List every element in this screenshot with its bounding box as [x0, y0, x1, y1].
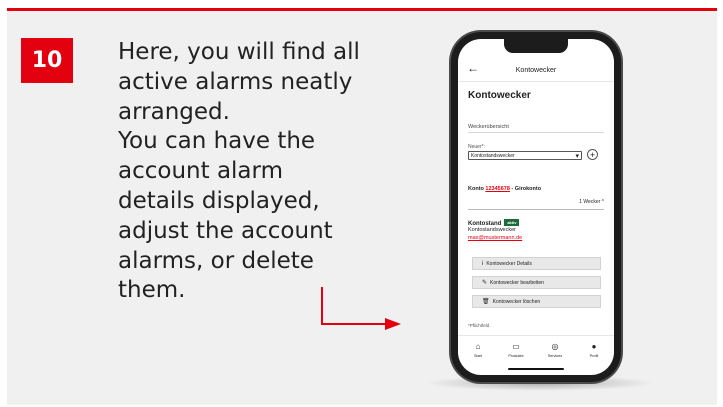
- nav-label: Profil: [589, 354, 599, 358]
- nav-label: Start: [473, 354, 483, 358]
- instruction-line: adjust the account: [118, 217, 333, 244]
- pointer-arrow-head: [385, 318, 401, 330]
- alarm-type-select[interactable]: Kontostandswecker ▾: [468, 151, 582, 160]
- home-indicator: [508, 368, 564, 370]
- alarm-count-toggle[interactable]: 1 Wecker ^: [579, 199, 604, 205]
- step-number: 10: [21, 38, 73, 83]
- instruction-text: Here, you will find all active alarms ne…: [118, 38, 408, 306]
- alarm-details-label: Kontowecker Details: [486, 261, 532, 267]
- alarm-delete-label: Kontowecker löschen: [492, 299, 541, 305]
- alarm-type-value: Kontostandswecker: [471, 153, 515, 159]
- nav-label: Services: [547, 354, 563, 358]
- phone-screen: ← Kontowecker Kontowecker Weckerübersich…: [458, 39, 614, 375]
- nav-item-profil[interactable]: ● Profil: [579, 342, 609, 358]
- products-icon: ▭: [512, 342, 520, 351]
- services-icon: ◎: [551, 342, 559, 351]
- account-heading: Konto 12345678 - Girokonto: [468, 186, 542, 192]
- section-label: Weckerübersicht: [468, 124, 509, 130]
- instruction-line: arranged.: [118, 98, 230, 125]
- nav-item-start[interactable]: ⌂ Start: [463, 342, 493, 358]
- add-alarm-button[interactable]: +: [587, 149, 598, 160]
- alarm-details-button[interactable]: i Kontowecker Details: [472, 257, 601, 270]
- instruction-line: alarms, or delete: [118, 247, 314, 274]
- alarm-type: Kontostandswecker: [468, 227, 516, 233]
- account-number-link[interactable]: 12345678: [485, 186, 509, 192]
- instruction-line: details displayed,: [118, 187, 320, 214]
- instruction-line: them.: [118, 277, 186, 304]
- instruction-line: Here, you will find all: [118, 39, 360, 65]
- nav-label: Produkte: [508, 354, 524, 358]
- top-bar-title: Kontowecker: [515, 66, 557, 74]
- instruction-line: account alarm: [118, 158, 283, 185]
- pencil-icon: ✎: [482, 280, 488, 286]
- back-arrow-icon[interactable]: ←: [467, 61, 479, 75]
- instruction-line: active alarms neatly: [118, 68, 353, 95]
- chevron-down-icon: ▾: [575, 153, 579, 160]
- new-alarm-label: Neuer*:: [468, 144, 485, 150]
- alarm-delete-button[interactable]: 🗑 Kontowecker löschen: [472, 295, 601, 308]
- trash-icon: 🗑: [482, 299, 490, 305]
- app-top-bar: ← Kontowecker: [458, 59, 614, 82]
- nav-item-produkte[interactable]: ▭ Produkte: [501, 342, 531, 358]
- status-badge: aktiv: [504, 219, 520, 226]
- phone-frame: ← Kontowecker Kontowecker Weckerübersich…: [451, 32, 621, 382]
- page-title: Kontowecker: [468, 90, 531, 101]
- section-divider: [468, 132, 604, 133]
- required-field-note: *Pflichtfeld: [468, 323, 490, 328]
- pointer-arrow-shaft: [321, 323, 387, 325]
- alarm-edit-label: Kontowecker bearbeiten: [490, 280, 544, 286]
- home-icon: ⌂: [475, 342, 481, 351]
- instruction-line: You can have the: [118, 128, 316, 155]
- nav-item-services[interactable]: ◎ Services: [540, 342, 570, 358]
- alarm-title: Kontostand aktiv: [468, 219, 520, 227]
- account-divider: [468, 209, 604, 210]
- pointer-arrow-stem: [321, 287, 323, 325]
- profile-icon: ●: [591, 342, 597, 351]
- info-icon: i: [482, 261, 484, 267]
- alarm-edit-button[interactable]: ✎ Kontowecker bearbeiten: [472, 276, 601, 289]
- account-suffix: - Girokonto: [509, 186, 542, 192]
- alarm-email-link[interactable]: max@mustermann.de: [468, 235, 522, 241]
- phone-notch: [504, 39, 568, 53]
